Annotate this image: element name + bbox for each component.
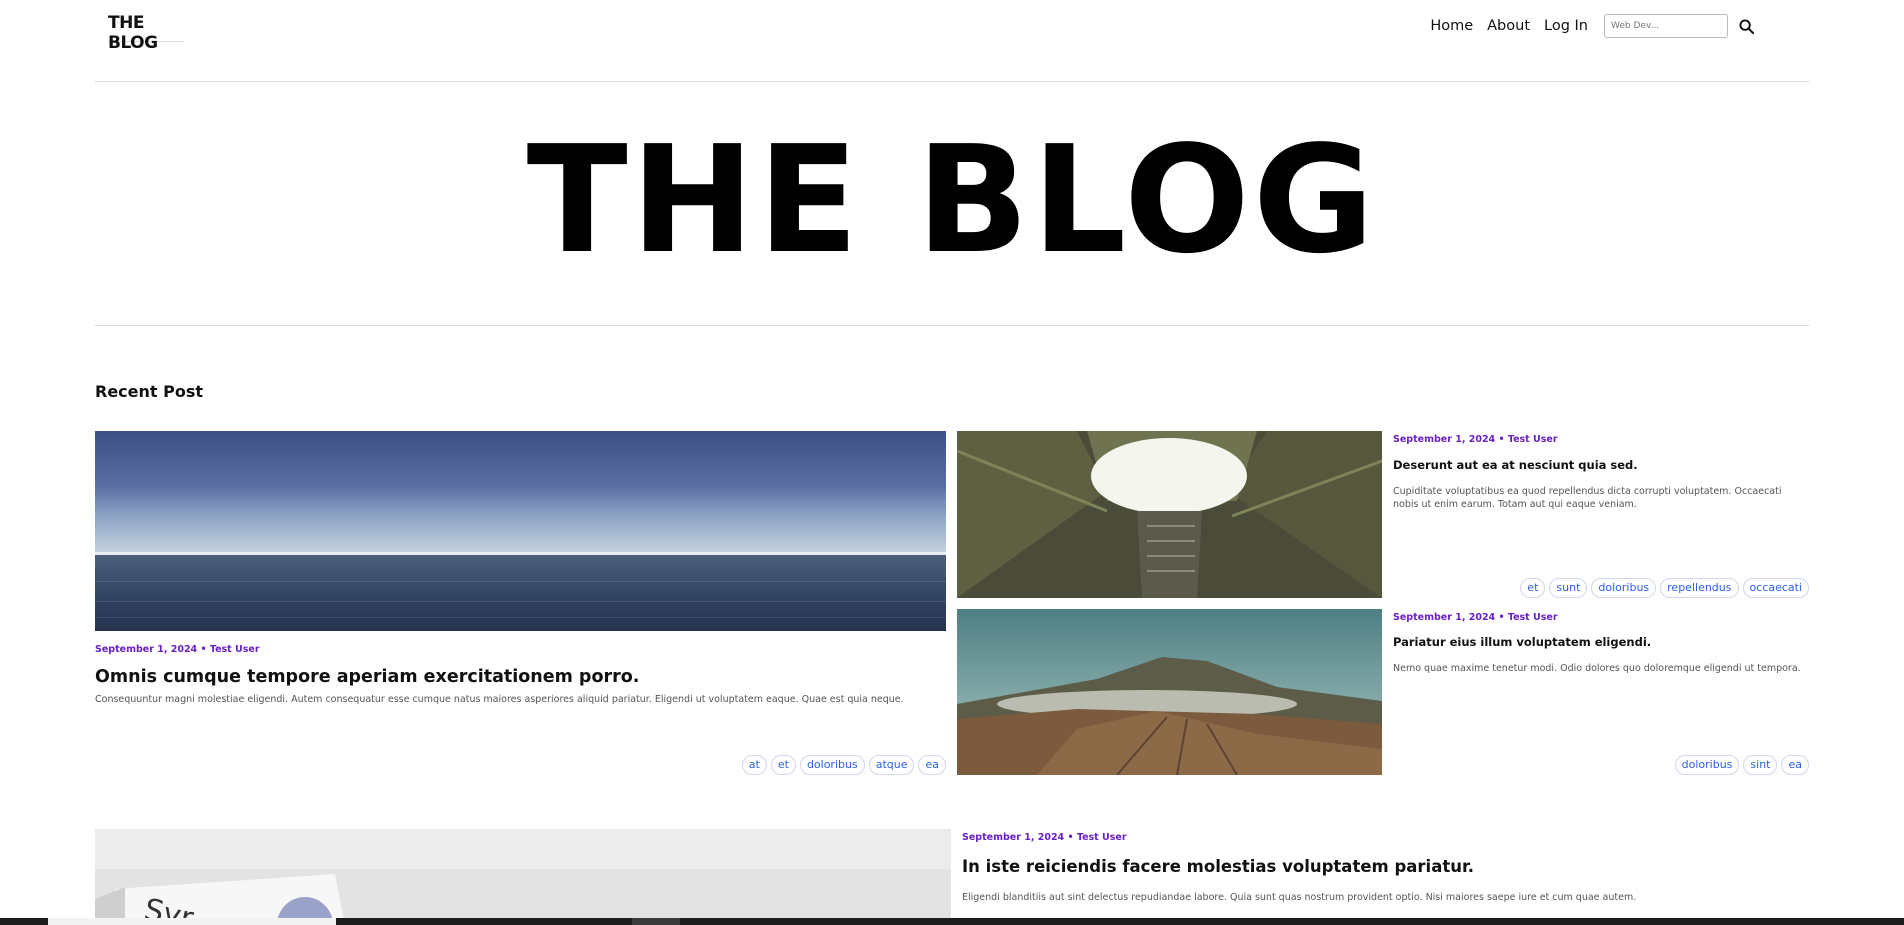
header-divider bbox=[95, 81, 1809, 82]
tag[interactable]: doloribus bbox=[1674, 755, 1740, 775]
tag[interactable]: doloribus bbox=[1591, 578, 1657, 598]
tag[interactable]: sint bbox=[1743, 755, 1778, 775]
side-post-2-meta: September 1, 2024 • Test User bbox=[1393, 612, 1558, 623]
tag[interactable]: ea bbox=[1781, 755, 1809, 775]
tag[interactable]: et bbox=[1520, 578, 1546, 598]
tag[interactable]: doloribus bbox=[799, 755, 865, 775]
side-post-1-excerpt: Cupiditate voluptatibus ea quod repellen… bbox=[1393, 486, 1782, 510]
featured-post-excerpt: Consequuntur magni molestiae eligendi. A… bbox=[95, 694, 904, 705]
nav-login-link[interactable]: Log In bbox=[1544, 18, 1588, 34]
site-logo[interactable]: THE BLOG bbox=[108, 6, 184, 53]
wide-post-excerpt: Eligendi blanditiis aut sint delectus re… bbox=[962, 892, 1637, 903]
nav-home-link[interactable]: Home bbox=[1430, 18, 1473, 34]
search-input[interactable] bbox=[1604, 14, 1728, 38]
wide-post-image[interactable]: Syr bbox=[95, 829, 951, 925]
taskbar-search-box[interactable] bbox=[48, 918, 336, 925]
featured-post-meta: September 1, 2024 • Test User bbox=[95, 644, 260, 655]
side-post-2-excerpt: Nemo quae maxime tenetur modi. Odio dolo… bbox=[1393, 663, 1801, 674]
os-taskbar bbox=[0, 918, 1904, 925]
search-icon[interactable] bbox=[1736, 16, 1756, 36]
main-nav: Home About Log In bbox=[1430, 14, 1756, 38]
wide-post-meta: September 1, 2024 • Test User bbox=[962, 832, 1127, 843]
side-post-1-tags: et sunt doloribus repellendus occaecati bbox=[1520, 578, 1809, 598]
side-post-2-title[interactable]: Pariatur eius illum voluptatem eligendi. bbox=[1393, 635, 1651, 649]
hero-title: THE BLOG bbox=[526, 114, 1378, 286]
side-post-1-title[interactable]: Deserunt aut ea at nesciunt quia sed. bbox=[1393, 458, 1638, 472]
featured-post-tags: at et doloribus atque ea bbox=[741, 755, 946, 775]
side-post-2-tags: doloribus sint ea bbox=[1674, 755, 1809, 775]
tag[interactable]: ea bbox=[918, 755, 946, 775]
tag[interactable]: repellendus bbox=[1660, 578, 1739, 598]
featured-post-image[interactable] bbox=[95, 431, 946, 631]
taskbar-app-button[interactable] bbox=[632, 918, 680, 925]
featured-post-title[interactable]: Omnis cumque tempore aperiam exercitatio… bbox=[95, 667, 639, 687]
nav-about-link[interactable]: About bbox=[1487, 18, 1530, 34]
tag[interactable]: sunt bbox=[1549, 578, 1588, 598]
tag[interactable]: et bbox=[770, 755, 796, 775]
wide-post-title[interactable]: In iste reiciendis facere molestias volu… bbox=[962, 857, 1474, 876]
side-post-2-image[interactable] bbox=[957, 609, 1382, 775]
hero-divider bbox=[95, 325, 1809, 326]
tag[interactable]: occaecati bbox=[1742, 578, 1809, 598]
tag[interactable]: atque bbox=[868, 755, 915, 775]
section-heading: Recent Post bbox=[95, 382, 204, 401]
tag[interactable]: at bbox=[741, 755, 767, 775]
side-post-1-image[interactable] bbox=[957, 431, 1382, 598]
side-post-1-meta: September 1, 2024 • Test User bbox=[1393, 434, 1558, 445]
